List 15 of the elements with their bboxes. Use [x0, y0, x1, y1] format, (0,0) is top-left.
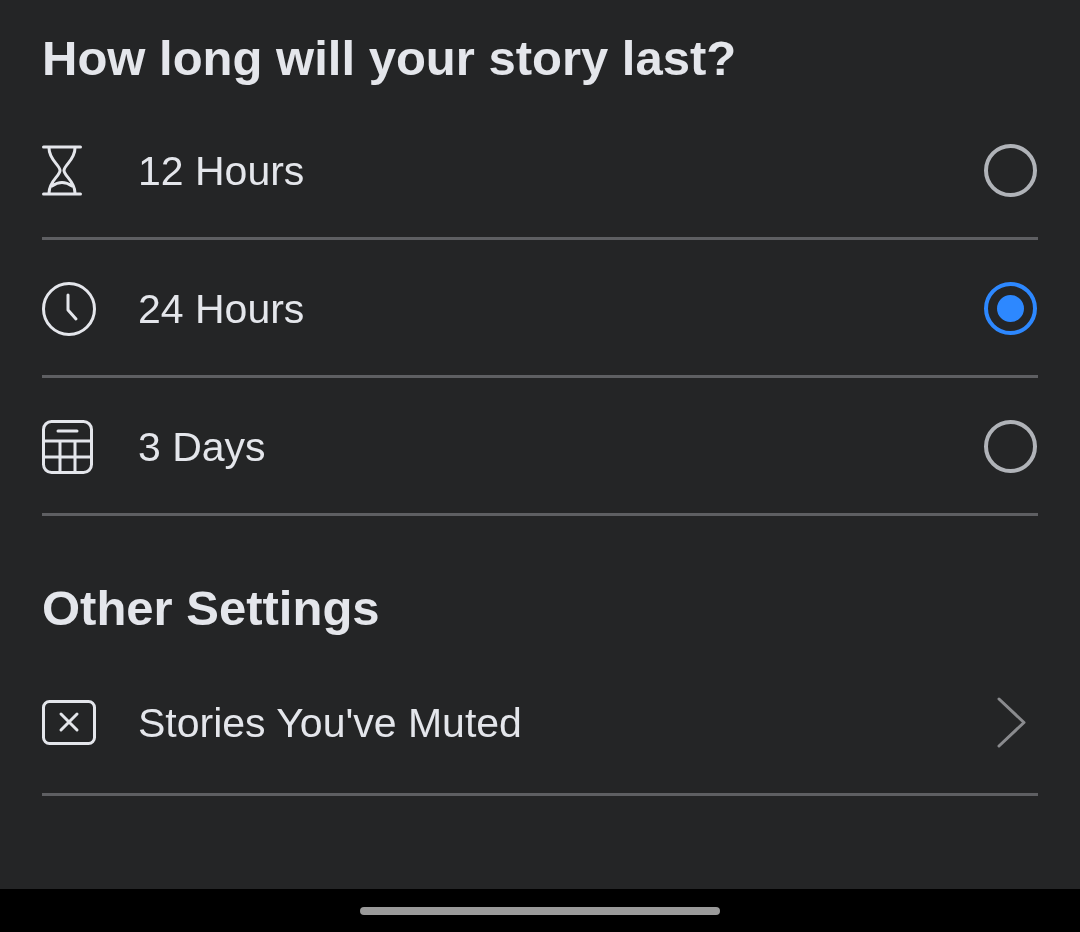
- section-heading: How long will your story last?: [42, 30, 738, 86]
- clock-icon: [42, 281, 96, 336]
- option-label: 12 Hours: [138, 146, 305, 195]
- option-label: 3 Days: [138, 422, 266, 471]
- section-heading: Other Settings: [42, 580, 381, 636]
- close-box-icon: [42, 700, 96, 745]
- radio-button[interactable]: [984, 144, 1037, 197]
- option-label: 24 Hours: [138, 284, 305, 333]
- radio-button[interactable]: [984, 420, 1037, 473]
- radio-button[interactable]: [984, 282, 1037, 335]
- settings-item-label[interactable]: Stories You've Muted: [138, 698, 522, 747]
- hourglass-icon: [42, 145, 82, 196]
- calendar-icon: [42, 419, 93, 474]
- chevron-right-icon[interactable]: [997, 697, 1026, 748]
- home-indicator[interactable]: [360, 906, 720, 915]
